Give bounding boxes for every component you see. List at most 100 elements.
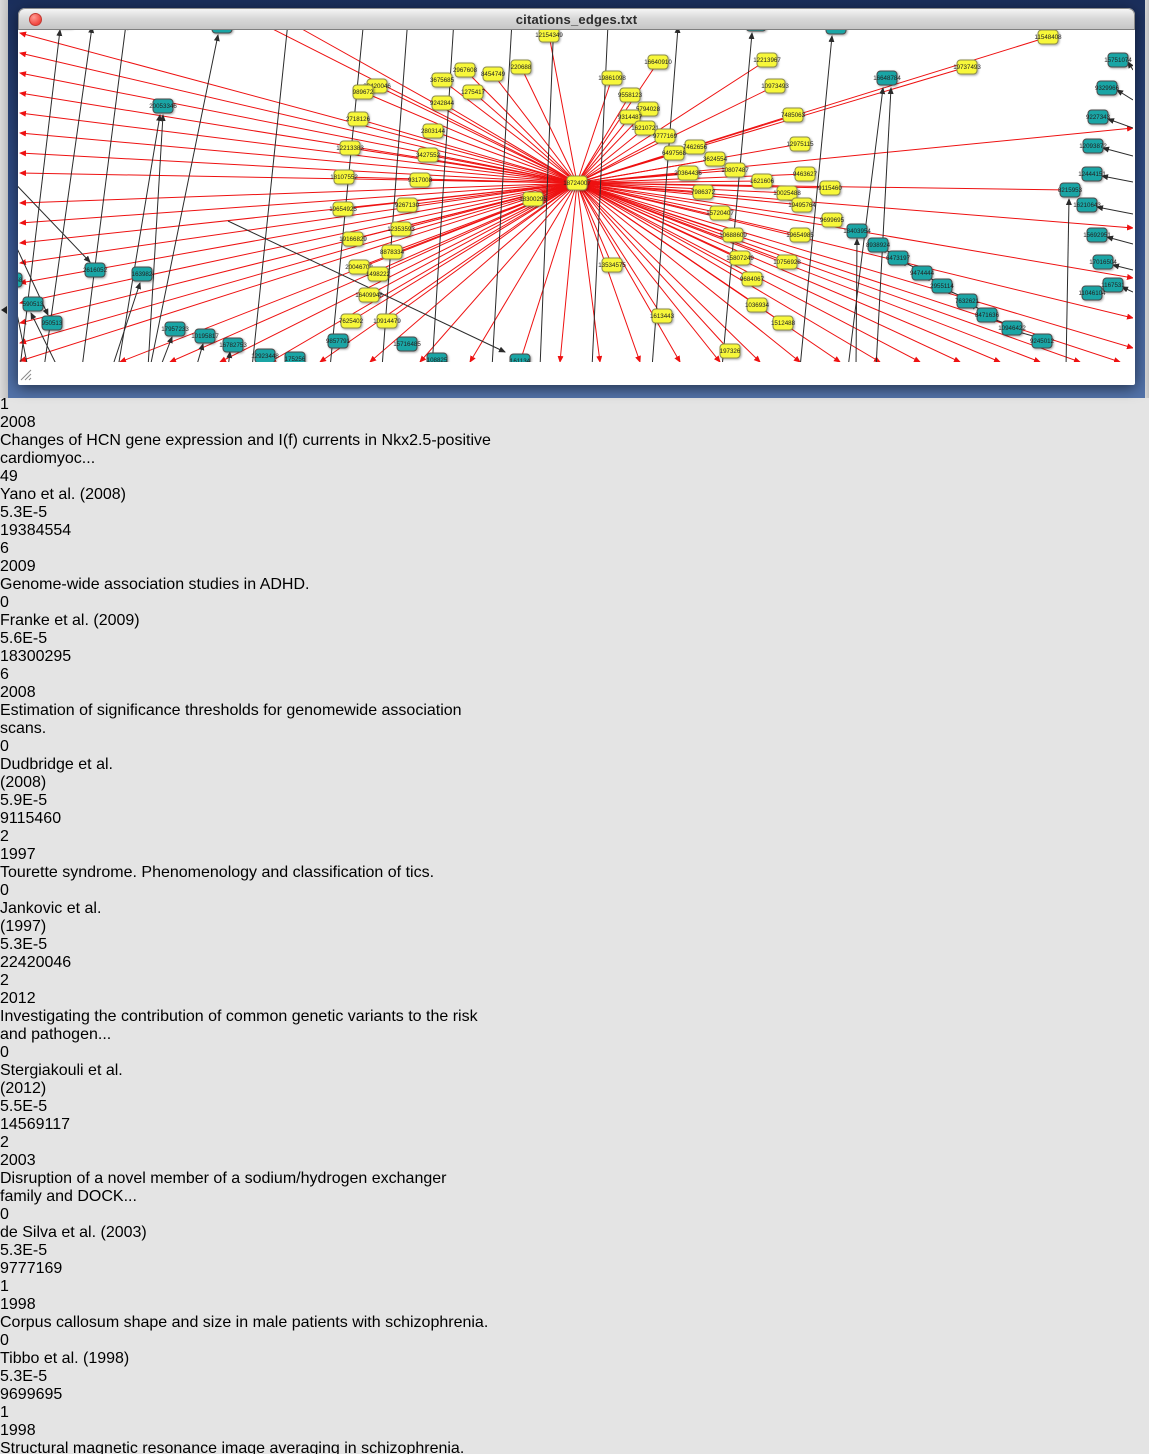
network-canvas[interactable]: 2096824055724194241893120891406149461688…	[18, 8, 1135, 386]
graph-node-citing[interactable]: 2955114	[930, 279, 954, 293]
graph-node-citing[interactable]: 9227343	[1086, 110, 1111, 124]
graph-node-cited[interactable]: 10756928	[773, 255, 801, 269]
graph-node-citing[interactable]: 17957233	[161, 322, 189, 336]
graph-node-cited[interactable]: 15720407	[706, 206, 734, 220]
graph-node-citing[interactable]: 163982	[132, 267, 153, 281]
graph-node-cited[interactable]: 12154349	[535, 28, 563, 42]
graph-node-citing[interactable]: 8938924	[866, 238, 891, 252]
graph-node-cited[interactable]: 12213383	[336, 141, 364, 155]
graph-node-citing[interactable]: 6473197	[886, 251, 911, 265]
graph-node-citing[interactable]: 950513	[42, 316, 63, 330]
graph-node-cited[interactable]: 19654925	[329, 202, 357, 216]
graph-node-citing[interactable]: 10946422	[998, 321, 1026, 335]
graph-node-cited[interactable]: 2967608	[453, 63, 478, 77]
graph-node-cited[interactable]: 9777169	[653, 129, 678, 143]
table-row[interactable]: 969969511998Structural magnetic resonanc…	[0, 1386, 1149, 1454]
graph-node-citing[interactable]: 18403954	[843, 224, 871, 238]
graph-node-cited[interactable]: 3427552	[416, 148, 441, 162]
graph-node-citing[interactable]: 175256	[285, 352, 306, 362]
table-row[interactable]: 2242004622012Investigating the contribut…	[0, 954, 1149, 1116]
graph-node-cited[interactable]: 10914479	[373, 314, 401, 328]
table-row[interactable]: 1938455462009Genome-wide association stu…	[0, 522, 1149, 648]
graph-node-cited[interactable]: 19495764	[788, 198, 816, 212]
zoom-window-icon[interactable]	[71, 13, 84, 26]
graph-node-cited[interactable]: 1275417	[461, 85, 486, 99]
graph-node-cited[interactable]: 12353593	[387, 222, 415, 236]
table-row[interactable]: 911546021997Tourette syndrome. Phenomeno…	[0, 810, 1149, 954]
graph-node-citing[interactable]: 16210643	[1073, 198, 1101, 212]
minimize-window-icon[interactable]	[50, 13, 63, 26]
graph-node-citing[interactable]: 16648784	[873, 71, 901, 85]
graph-node-cited[interactable]: 1621606	[750, 174, 775, 188]
graph-node-citing[interactable]: 8215953	[1058, 183, 1083, 197]
graph-node-citing[interactable]: 9245012	[1030, 334, 1055, 348]
graph-node-cited[interactable]: 9242844	[430, 96, 455, 110]
graph-node-cited[interactable]: 9267130	[395, 198, 420, 212]
graph-node-cited[interactable]: 220688	[511, 60, 532, 74]
graph-node-cited[interactable]: 7485063	[781, 108, 806, 122]
graph-node-citing[interactable]: 16782753	[219, 338, 247, 352]
graph-node-cited[interactable]: 12975115	[786, 137, 814, 151]
graph-node-cited[interactable]: 15807249	[726, 251, 754, 265]
graph-node-cited[interactable]: 9115460	[818, 181, 842, 195]
graph-node-cited[interactable]: 197326	[720, 344, 741, 358]
graph-node-citing[interactable]: 590513	[23, 297, 44, 311]
graph-node-citing[interactable]: 7632621	[955, 294, 980, 308]
graph-node-citing[interactable]: 108825	[427, 353, 448, 362]
graph-node-cited[interactable]: 1512488	[771, 316, 796, 330]
graph-node-cited[interactable]: 989672	[353, 85, 374, 99]
resize-grip-icon[interactable]	[18, 367, 32, 381]
graph-node-cited[interactable]: 7625402	[339, 314, 364, 328]
graph-node-cited[interactable]: 9317008	[408, 173, 433, 187]
graph-node-citing[interactable]: 161134	[510, 354, 531, 362]
graph-node-cited[interactable]: 3675685	[430, 73, 455, 87]
graph-node-citing[interactable]: 8471636	[975, 308, 1000, 322]
graph-node-citing[interactable]: 20053346	[149, 99, 177, 113]
table-row[interactable]: 1872400712008Changes of HCN gene express…	[0, 378, 1149, 522]
graph-node-citing[interactable]: 109058	[18, 273, 23, 287]
graph-node-citing[interactable]: 9857791	[326, 334, 351, 348]
graph-node-cited[interactable]: 1613443	[650, 309, 675, 323]
graph-node-cited[interactable]: 18107552	[330, 170, 358, 184]
graph-node-cited[interactable]: 1498222	[366, 267, 391, 281]
graph-node-cited[interactable]: 16640910	[644, 55, 672, 69]
table-row[interactable]: 1456911722003Disruption of a novel membe…	[0, 1116, 1149, 1260]
network-window-titlebar[interactable]: citations_edges.txt	[18, 8, 1135, 30]
table-row[interactable]: 977716911998Corpus callosum shape and si…	[0, 1260, 1149, 1386]
graph-node-cited[interactable]: 18300295	[519, 192, 547, 206]
graph-node-citing[interactable]: 9474444	[910, 266, 935, 280]
table-row[interactable]: 1830029562008Estimation of significance …	[0, 648, 1149, 810]
graph-node-cited[interactable]: 12213967	[753, 53, 781, 67]
graph-node-cited[interactable]: 9558123	[618, 88, 643, 102]
graph-node-cited[interactable]: 10973493	[761, 79, 789, 93]
collapse-left-arrow-icon[interactable]	[1, 306, 7, 314]
graph-node-cited[interactable]: 9684067	[740, 272, 765, 286]
graph-node-cited[interactable]: 20364436	[674, 166, 702, 180]
graph-node-citing[interactable]: 15692951	[1083, 228, 1111, 242]
graph-node-cited[interactable]: 19861098	[598, 71, 626, 85]
graph-node-cited[interactable]: 13534575	[598, 258, 626, 272]
graph-node-cited[interactable]: 1036934	[745, 298, 770, 312]
graph-node-citing[interactable]: 12923448	[251, 349, 279, 362]
graph-node-citing[interactable]: 10195817	[191, 329, 219, 343]
graph-node-citing[interactable]: 11046104	[1078, 286, 1106, 300]
graph-node-citing[interactable]: 2616052	[83, 263, 108, 277]
graph-node-cited[interactable]: 8878334	[380, 245, 405, 259]
graph-node-cited[interactable]: 10688609	[719, 228, 747, 242]
graph-node-cited[interactable]: 7462656	[683, 140, 708, 154]
graph-node-cited[interactable]: 8454749	[481, 67, 506, 81]
graph-node-cited[interactable]: 3624554	[703, 152, 728, 166]
graph-node-citing[interactable]: 17016504	[1089, 255, 1117, 269]
close-window-icon[interactable]	[29, 13, 42, 26]
graph-node-cited[interactable]: 18724007	[563, 176, 591, 190]
graph-node-cited[interactable]: 2803144	[421, 124, 446, 138]
graph-node-citing[interactable]: 15716485	[393, 337, 421, 351]
graph-node-citing[interactable]: 9329966	[1095, 81, 1120, 95]
graph-node-cited[interactable]: 19166829	[339, 232, 367, 246]
graph-node-cited[interactable]: 19737493	[953, 60, 981, 74]
graph-node-cited[interactable]: 9699695	[820, 213, 845, 227]
graph-node-citing[interactable]: 12093872	[1079, 139, 1107, 153]
graph-node-cited[interactable]: 10807487	[721, 163, 749, 177]
graph-node-cited[interactable]: 16409948	[355, 288, 383, 302]
graph-node-cited[interactable]: 11548408	[1034, 30, 1062, 44]
